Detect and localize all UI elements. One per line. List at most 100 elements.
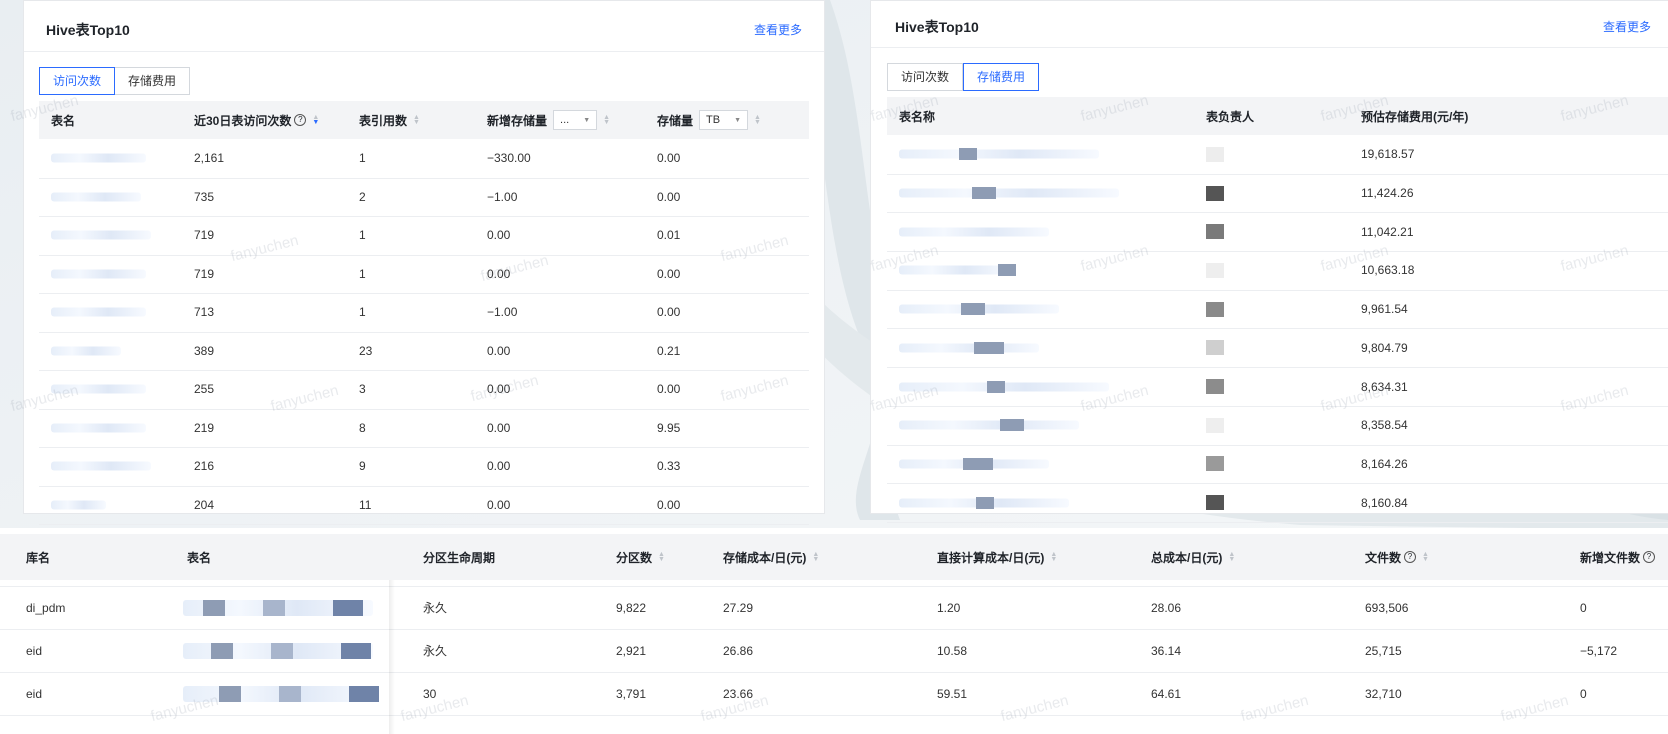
redacted-name-blur (51, 500, 106, 510)
new-storage-unit-select[interactable]: ... ▼ (553, 110, 598, 130)
tab-storage-cost[interactable]: 存储费用 (963, 63, 1040, 91)
help-icon[interactable]: ? (1643, 551, 1656, 563)
table-name-redacted[interactable] (51, 447, 161, 486)
table-name-redacted[interactable] (51, 139, 161, 178)
table-name-redacted[interactable] (51, 178, 161, 217)
refs-cell: 8 (359, 420, 366, 435)
table-name-redacted[interactable] (899, 174, 1149, 213)
table-row[interactable]: 8,358.54 (887, 406, 1668, 446)
refs-cell: 2 (359, 189, 366, 204)
table-row[interactable]: 389 23 0.00 0.21 (39, 332, 809, 371)
table-row[interactable]: eid 30 3,791 23.66 59.51 64.61 32,710 0 (0, 672, 1668, 716)
right-view-more-link[interactable]: 查看更多 (1603, 18, 1651, 35)
col-refs-header[interactable]: 表引用数 ▲ ▼ (359, 101, 420, 139)
sort-icon[interactable]: ▲ ▼ (1228, 551, 1235, 563)
left-tab-group: 访问次数 存储费用 (39, 67, 191, 95)
col-total-cost-header[interactable]: 总成本/日(元) ▲ ▼ (1151, 534, 1235, 580)
cost-cell: 19,618.57 (1361, 147, 1415, 162)
col-new-storage-header[interactable]: 新增存储量 ... ▼ ▲ ▼ (487, 101, 610, 139)
redacted-name-blur (183, 685, 373, 702)
table-row[interactable]: 8,160.84 (887, 483, 1668, 523)
table-name-redacted[interactable] (899, 251, 1149, 290)
redacted-name-block (972, 187, 996, 200)
partitions-cell: 3,791 (616, 686, 647, 701)
table-name-redacted[interactable] (899, 367, 1149, 406)
left-table: 表名 近30日表访问次数 ? ▲ ▼ 表引用数 ▲ ▼ 新增存储量 ... ▼ ▲ ▼ … (39, 101, 809, 525)
sort-icon[interactable]: ▲ ▼ (1422, 551, 1429, 563)
table-row[interactable]: 19,618.57 (887, 135, 1668, 175)
sort-icon[interactable]: ▲ ▼ (658, 551, 665, 563)
table-row[interactable]: 219 8 0.00 9.95 (39, 409, 809, 448)
storage-unit-select[interactable]: TB ▼ (699, 110, 749, 130)
help-icon[interactable]: ? (294, 114, 307, 126)
table-row[interactable]: 719 1 0.00 0.00 (39, 255, 809, 294)
table-row[interactable]: eid 永久 2,921 26.86 10.58 36.14 25,715 −5,172 (0, 629, 1668, 673)
tab-visit-count[interactable]: 访问次数 (887, 63, 964, 91)
table-name-redacted[interactable] (899, 483, 1149, 522)
table-name-redacted[interactable] (899, 212, 1149, 251)
redacted-name-blur (51, 461, 151, 471)
table-row[interactable]: 255 3 0.00 0.00 (39, 370, 809, 410)
table-name-redacted[interactable] (51, 486, 161, 525)
redacted-name-blur (51, 423, 146, 433)
table-name-redacted[interactable] (51, 332, 161, 371)
table-row[interactable]: 11,042.21 (887, 212, 1668, 253)
table-name-redacted[interactable] (51, 216, 161, 255)
left-table-header: 表名 近30日表访问次数 ? ▲ ▼ 表引用数 ▲ ▼ 新增存储量 ... ▼ ▲ ▼ … (39, 101, 809, 139)
col-storage-cost-header[interactable]: 存储成本/日(元) ▲ ▼ (723, 534, 819, 580)
table-row[interactable]: 9,804.79 (887, 329, 1668, 369)
sort-icon[interactable]: ▲ ▼ (812, 551, 819, 563)
col-visits-header[interactable]: 近30日表访问次数 ? ▲ ▼ (194, 101, 319, 139)
table-row[interactable]: 10,663.18 (887, 251, 1668, 291)
redacted-name-blur (899, 149, 1099, 159)
table-name-redacted[interactable] (899, 290, 1149, 329)
table-name-redacted[interactable] (899, 329, 1149, 368)
sort-desc-icon[interactable]: ▲ ▼ (312, 114, 319, 126)
table-row[interactable]: 204 11 0.00 0.00 (39, 486, 809, 525)
cost-cell: 11,042.21 (1361, 224, 1414, 239)
table-row[interactable]: 8,164.26 (887, 445, 1668, 485)
table-row[interactable]: 216 9 0.00 0.33 (39, 447, 809, 487)
table-name-redacted[interactable] (183, 672, 379, 715)
help-icon[interactable]: ? (1404, 551, 1417, 563)
table-row[interactable]: 2,161 1 −330.00 0.00 (39, 139, 809, 179)
sort-icon[interactable]: ▲ ▼ (603, 114, 610, 126)
sort-icon[interactable]: ▲ ▼ (413, 114, 420, 126)
table-row[interactable]: 719 1 0.00 0.01 (39, 216, 809, 256)
col-compute-cost-header[interactable]: 直接计算成本/日(元) ▲ ▼ (937, 534, 1057, 580)
sort-icon[interactable]: ▲ ▼ (1050, 551, 1057, 563)
table-name-redacted[interactable] (51, 255, 161, 294)
refs-cell: 1 (359, 266, 366, 281)
table-row[interactable]: 735 2 −1.00 0.00 (39, 178, 809, 217)
table-row[interactable]: 713 1 −1.00 0.00 (39, 293, 809, 333)
owner-avatar-redacted (1206, 483, 1224, 522)
cost-cell: 8,160.84 (1361, 495, 1408, 510)
col-storage-header[interactable]: 存储量 TB ▼ ▲ ▼ (657, 101, 761, 139)
tab-visit-count[interactable]: 访问次数 (39, 67, 116, 95)
avatar (1206, 379, 1224, 395)
table-name-redacted[interactable] (51, 409, 161, 448)
redacted-name-block (333, 599, 363, 616)
refs-cell: 1 (359, 151, 366, 166)
redacted-name-blur (899, 265, 1009, 275)
table-row[interactable]: 9,961.54 (887, 290, 1668, 330)
new-files-cell: 0 (1580, 686, 1587, 701)
table-name-redacted[interactable] (899, 445, 1149, 484)
table-name-redacted[interactable] (899, 406, 1149, 445)
table-name-redacted[interactable] (183, 629, 373, 672)
partitions-cell: 2,921 (616, 643, 647, 658)
col-files-header[interactable]: 文件数 ? ▲ ▼ (1365, 534, 1429, 580)
col-partitions-header[interactable]: 分区数 ▲ ▼ (616, 534, 665, 580)
table-name-redacted[interactable] (51, 293, 161, 332)
visits-cell: 735 (194, 189, 215, 204)
table-name-redacted[interactable] (899, 135, 1149, 174)
table-name-redacted[interactable] (51, 370, 161, 409)
sort-icon[interactable]: ▲ ▼ (754, 114, 761, 126)
table-row[interactable]: di_pdm 永久 9,822 27.29 1.20 28.06 693,506 0 (0, 586, 1668, 630)
table-name-redacted[interactable] (183, 586, 373, 629)
table-row[interactable]: 11,424.26 (887, 174, 1668, 214)
tab-storage-cost[interactable]: 存储费用 (115, 67, 191, 95)
redacted-name-blur (899, 188, 1119, 198)
left-view-more-link[interactable]: 查看更多 (754, 21, 802, 38)
table-row[interactable]: 8,634.31 (887, 367, 1668, 407)
